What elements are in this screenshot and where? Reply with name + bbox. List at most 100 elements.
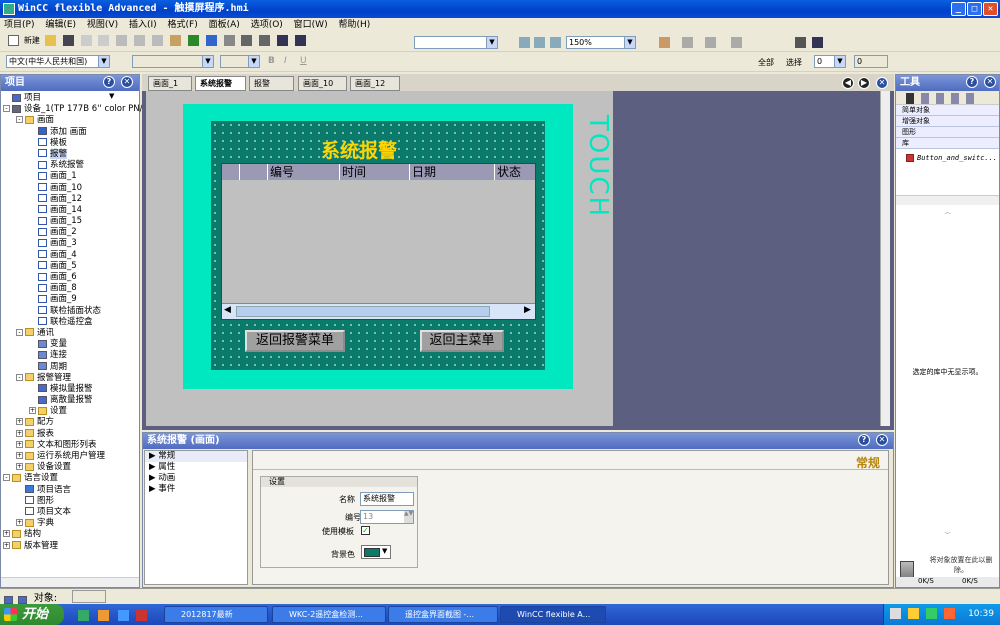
tree-item[interactable]: - 报警管理 [3,373,139,384]
tab-next-icon[interactable]: ▶ [858,77,870,89]
tree-item[interactable]: 系统报警 [3,160,139,171]
splitter-icon-2[interactable]: ﹀ [896,530,999,539]
tree-item[interactable]: 项目语言 [3,485,139,496]
zoom-in-icon[interactable] [534,37,545,48]
object-combo[interactable] [72,590,106,603]
expand-icon[interactable]: + [3,541,10,549]
spinner-icon[interactable]: ▲▼ [404,511,413,523]
tree-item[interactable]: 联检遥控盒 [3,317,139,328]
library-item[interactable]: Button_and_switc... [896,149,999,167]
new-icon[interactable] [8,35,19,46]
tree-item[interactable]: 离散量报警 [3,395,139,406]
line-color-icon[interactable] [682,37,693,48]
redo-icon[interactable] [98,35,110,46]
tree-item[interactable]: 周期 [3,362,139,373]
tree-item[interactable]: - 通讯 [3,328,139,339]
tools-hscroll[interactable] [896,195,999,205]
tree-item[interactable]: 画面_5 [3,261,139,272]
zoom-fit-icon[interactable] [519,37,530,48]
menu-edit[interactable]: 编辑(E) [45,20,76,30]
download-icon[interactable] [259,35,271,46]
quicklaunch-icon[interactable] [118,610,129,621]
fill-color-icon[interactable] [659,37,670,48]
copy-icon[interactable] [152,35,163,46]
zoom-out-icon[interactable] [550,37,561,48]
tree-item[interactable]: 画面_14 [3,205,139,216]
tree-item[interactable]: - 设备_1(TP 177B 6'' color PN/DP) [3,104,158,115]
tree-item[interactable]: 项目文本 [3,507,139,518]
tree-item[interactable]: 画面_1 [3,171,139,182]
font-color-icon[interactable] [705,37,716,48]
menu-view[interactable]: 视图(V) [87,20,118,30]
tree-item[interactable]: 模板 [3,138,139,149]
alarm-scroll-thumb[interactable] [236,306,490,317]
back-main-menu-button[interactable]: 返回主菜单 [420,330,504,352]
editor-vscroll[interactable] [880,91,890,426]
expand-icon[interactable]: + [16,452,23,459]
tree-item[interactable]: - 语言设置 [3,473,139,484]
tree-item[interactable]: 图形 [3,496,139,507]
expand-icon[interactable]: + [16,463,23,471]
replace-icon[interactable] [295,35,306,46]
taskbar-item-folder[interactable]: 2012817最新 [164,606,268,623]
transfer-icon[interactable] [223,35,235,46]
zoom-combo[interactable]: 150% ▼ [566,36,636,49]
tree-item[interactable]: 变量 [3,339,139,350]
tool-icon[interactable] [920,93,929,104]
taskbar-item-screenshot[interactable]: 遥控盒界面截图 -... [388,606,498,623]
paste-icon[interactable] [169,35,181,46]
hmi-title[interactable]: 系统报警 [321,136,397,163]
maximize-button[interactable]: □ [967,2,982,16]
cut-icon[interactable] [134,35,146,46]
tree-item[interactable]: + 运行系统用户管理 [3,451,139,462]
minimize-button[interactable]: _ [951,2,966,16]
tree-item[interactable]: 画面_6 [3,272,139,283]
close-icon[interactable]: ✕ [121,76,133,88]
collapse-icon[interactable]: - [16,373,23,381]
nav-properties[interactable]: ▶ 属性 [145,462,247,473]
undo-icon[interactable] [80,35,92,46]
check-icon[interactable] [187,35,199,46]
tree-item[interactable]: 画面_9 [3,294,139,305]
menu-insert[interactable]: 插入(I) [129,20,157,30]
tray-icon[interactable] [907,608,919,619]
alarm-hscroll[interactable]: ◀ ▶ [222,303,535,319]
select-combo[interactable]: 0 ▼ [814,55,846,68]
close-icon[interactable]: ✕ [876,434,888,446]
library-icon[interactable] [795,37,806,48]
collapse-icon[interactable]: - [3,105,10,113]
runtime-icon[interactable] [241,35,253,46]
tab-alarm[interactable]: 报警 [249,76,294,91]
tray-icon[interactable] [890,608,901,619]
back-alarm-menu-button[interactable]: 返回报警菜单 [245,330,345,352]
quicklaunch-icon[interactable] [78,610,89,621]
tree-item[interactable]: 画面_3 [3,238,139,249]
expand-icon[interactable]: + [3,530,10,538]
tools-section-enhanced[interactable]: 增强对象 [896,116,999,127]
line-style-icon[interactable] [731,37,742,48]
tree-item[interactable]: + 版本管理 [3,541,139,552]
expand-icon[interactable]: + [16,519,23,527]
help-icon[interactable]: ? [858,434,870,446]
tree-item[interactable]: 添加 画面 [3,127,139,138]
tree-item[interactable]: - 画面 [3,115,139,126]
tray-icon[interactable] [943,608,955,619]
tree-item[interactable]: 连接 [3,350,139,361]
nav-events[interactable]: ▶ 事件 [145,484,247,495]
pin-icon[interactable]: ▼ [109,92,117,100]
tray-icon[interactable] [925,608,937,619]
close-icon[interactable]: ✕ [876,77,888,89]
collapse-icon[interactable]: - [3,474,10,482]
tab-prev-icon[interactable]: ◀ [842,77,854,89]
expand-icon[interactable]: + [16,429,23,437]
menu-format[interactable]: 格式(F) [168,20,198,30]
number-field[interactable]: 13 ▲▼ [360,510,414,524]
find-icon[interactable] [277,35,289,46]
tree-item[interactable]: 画面_12 [3,194,139,205]
help-icon[interactable]: ? [103,76,115,88]
bold-icon[interactable]: B [268,56,275,66]
expand-icon[interactable]: + [29,407,36,415]
font-size-combo[interactable]: ▼ [220,55,260,68]
tree-item[interactable]: 模拟量报警 [3,384,139,395]
tree-item[interactable]: + 报表 [3,429,139,440]
